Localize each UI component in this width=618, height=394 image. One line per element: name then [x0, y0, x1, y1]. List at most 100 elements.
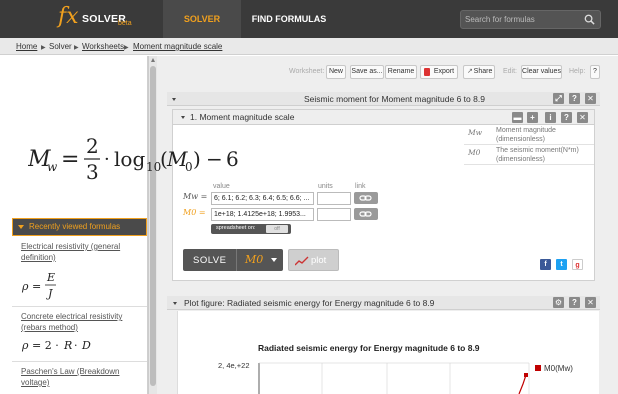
search-input[interactable]: [465, 13, 580, 26]
svg-text:ρ: ρ: [21, 339, 29, 352]
svg-text:ρ: ρ: [21, 280, 29, 293]
legend-swatch: [535, 365, 541, 371]
variable-description: The seismic moment(N*m) (dimensionless): [496, 147, 579, 163]
help-icon[interactable]: ?: [569, 297, 580, 308]
solve-button[interactable]: SOLVE M0: [183, 249, 283, 271]
variable-description: Moment magnitude (dimensionless): [496, 127, 556, 143]
help-button[interactable]: ?: [590, 65, 600, 79]
add-icon[interactable]: +: [527, 112, 538, 123]
breadcrumb-home[interactable]: Home: [16, 42, 37, 51]
plot-canvas: M0(Mw): [258, 362, 573, 394]
google-plus-icon[interactable]: g: [572, 259, 583, 270]
svg-text:log: log: [114, 147, 145, 171]
plot-button[interactable]: plot: [288, 249, 339, 271]
recent-item-formula: ρ = E J: [21, 271, 56, 300]
expand-icon[interactable]: ⤢: [553, 93, 564, 104]
top-bar: fx SOLVER beta SOLVER FIND FORMULAS: [0, 0, 618, 38]
close-icon[interactable]: ✕: [585, 297, 596, 308]
close-icon[interactable]: ✕: [577, 112, 588, 123]
breadcrumb-solver[interactable]: Solver: [49, 42, 72, 51]
mw-row-label: Mw =: [183, 192, 208, 201]
facebook-icon[interactable]: f: [540, 259, 551, 270]
nav-tab-find-formulas[interactable]: FIND FORMULAS: [243, 0, 335, 38]
chevron-right-icon: ▶: [74, 45, 79, 51]
twitter-icon[interactable]: t: [556, 259, 567, 270]
mw-link-button[interactable]: [354, 192, 378, 204]
spreadsheet-off-state[interactable]: off: [266, 225, 288, 233]
recent-item-title[interactable]: Electrical resistivity (general definiti…: [21, 241, 143, 263]
export-button[interactable]: Export: [420, 65, 458, 79]
breadcrumb-worksheets[interactable]: Worksheets: [82, 42, 124, 51]
formula-title: 1. Moment magnitude scale: [190, 112, 295, 122]
comment-icon[interactable]: ▬: [512, 112, 523, 123]
m0-units-field[interactable]: [317, 208, 351, 221]
svg-text:w: w: [47, 160, 58, 174]
clear-values-button[interactable]: Clear values: [521, 65, 562, 79]
export-label: Export: [433, 68, 455, 75]
svg-text:6: 6: [226, 147, 239, 171]
breadcrumb-current[interactable]: Moment magnitude scale: [133, 42, 222, 51]
plot-label: plot: [311, 255, 327, 266]
collapse-arrow-icon[interactable]: [173, 302, 177, 305]
solve-for-variable[interactable]: M0: [245, 253, 263, 266]
recent-item-title[interactable]: Concrete electrical resistivity (rebars …: [21, 311, 143, 333]
plot-panel-title: Plot figure: Radiated seismic energy for…: [184, 298, 435, 308]
svg-text:=: =: [32, 280, 41, 293]
recent-item[interactable]: Electrical resistivity (general definiti…: [12, 237, 147, 307]
recent-item-title[interactable]: Paschen's Law (Breakdown voltage): [21, 366, 143, 388]
formula-display: M w = 2 3 · log 10 ( M 0 ) − 6: [28, 135, 239, 184]
help-icon[interactable]: ?: [561, 112, 572, 123]
m0-value-field[interactable]: 1e+18; 1.4125e+18; 1.9953...: [211, 208, 314, 221]
mw-units-field[interactable]: [317, 192, 351, 205]
spreadsheet-label: spreadsheet on:: [216, 225, 256, 231]
worksheet-label: Worksheet:: [289, 68, 325, 75]
m0-link-button[interactable]: [354, 208, 378, 220]
svg-text:·: ·: [104, 149, 110, 170]
search-box[interactable]: [460, 10, 601, 29]
recent-item[interactable]: Concrete electrical resistivity (rebars …: [12, 307, 147, 362]
info-icon[interactable]: i: [545, 112, 556, 123]
variable-row: Mw Moment magnitude (dimensionless): [464, 125, 594, 145]
series-line: [518, 374, 527, 394]
variable-symbol: M0: [468, 148, 481, 157]
scroll-up-icon[interactable]: [151, 58, 155, 62]
svg-text:−: −: [206, 147, 223, 171]
scroll-thumb[interactable]: [150, 66, 156, 386]
new-button[interactable]: New: [326, 65, 346, 79]
link-chain-icon: [359, 211, 372, 217]
magnifier-icon[interactable]: [584, 14, 595, 25]
svg-text:D: D: [81, 339, 91, 352]
rename-button[interactable]: Rename: [385, 65, 417, 79]
help-icon[interactable]: ?: [569, 93, 580, 104]
m0-row-label: M0 =: [183, 208, 206, 217]
legend-label: M0(Mw): [544, 364, 573, 373]
value-column-label: value: [213, 183, 230, 190]
recent-item[interactable]: Paschen's Law (Breakdown voltage): [12, 362, 147, 394]
chevron-down-icon[interactable]: [271, 258, 277, 262]
svg-text:·: ·: [74, 339, 78, 352]
edit-label: Edit:: [503, 68, 518, 75]
variable-symbol: Mw: [468, 128, 483, 137]
plot-line-icon: [295, 256, 309, 266]
fx-logo-icon: fx: [58, 4, 79, 29]
svg-text:J: J: [46, 287, 53, 300]
chevron-right-icon: ▶: [124, 45, 129, 51]
save-as-button[interactable]: Save as...: [350, 65, 384, 79]
collapse-arrow-icon[interactable]: [181, 116, 185, 119]
share-button[interactable]: ↗ Share: [463, 65, 495, 79]
logo[interactable]: fx SOLVER beta: [52, 4, 162, 34]
sidebar-scrollbar[interactable]: [148, 56, 157, 394]
svg-text:R: R: [63, 339, 72, 352]
mw-value-field[interactable]: 6; 6.1; 6.2; 6.3; 6.4; 6.5; 6.6; ...: [211, 192, 314, 205]
collapse-arrow-icon[interactable]: [172, 98, 176, 101]
close-icon[interactable]: ✕: [585, 93, 596, 104]
data-point: [524, 373, 528, 377]
solve-divider: [236, 249, 237, 271]
recent-formulas-header[interactable]: Recently viewed formulas: [12, 218, 147, 236]
settings-gear-icon[interactable]: ⚙: [553, 297, 564, 308]
svg-text:): ): [193, 147, 201, 171]
beta-tag: beta: [118, 20, 132, 27]
share-label: Share: [473, 68, 493, 75]
spreadsheet-toggle[interactable]: spreadsheet on: off: [211, 224, 291, 234]
nav-tab-solver[interactable]: SOLVER: [163, 0, 241, 38]
